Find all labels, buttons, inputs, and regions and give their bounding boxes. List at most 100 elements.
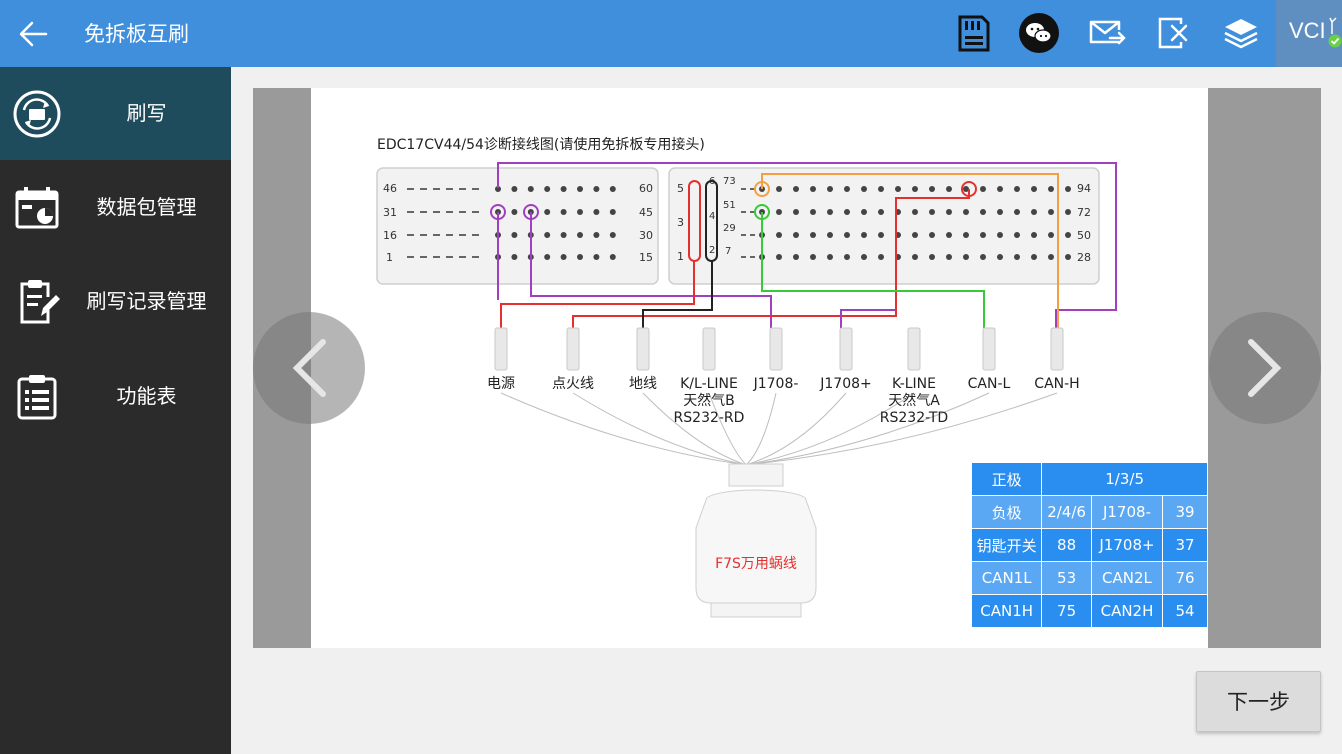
pin-dot xyxy=(609,186,616,192)
next-image-button[interactable] xyxy=(1209,312,1321,424)
pin-dot xyxy=(1065,254,1071,260)
pin-dot xyxy=(878,186,884,192)
table-cell: J1708- xyxy=(1090,495,1164,529)
pin-dot xyxy=(861,254,867,260)
pin-dot xyxy=(827,186,833,192)
pin-dot xyxy=(1065,186,1071,192)
sd-card-icon[interactable] xyxy=(952,12,994,54)
top-bar: 免拆板互刷 VCI xyxy=(0,0,1342,67)
pin-dot xyxy=(997,209,1003,215)
pin-label-45: 45 xyxy=(639,206,653,219)
pin-label-3: 3 xyxy=(677,216,684,229)
pin-dot xyxy=(593,254,600,260)
wire-plug xyxy=(1050,327,1064,371)
table-cell: CAN1L xyxy=(970,561,1043,595)
pin-label-4: 4 xyxy=(709,211,715,222)
vci-status[interactable]: VCI xyxy=(1276,0,1342,67)
wire-plug xyxy=(702,327,716,371)
sidebar-item-flash-records[interactable]: 刷写记录管理 xyxy=(0,255,231,348)
pin-dash xyxy=(446,256,453,258)
pin-dash xyxy=(750,256,755,258)
wechat-icon[interactable] xyxy=(1018,12,1060,54)
mail-send-icon[interactable] xyxy=(1086,12,1128,54)
next-step-button[interactable]: 下一步 xyxy=(1196,671,1321,732)
table-cell: 54 xyxy=(1162,594,1208,628)
wire-label-kl-line: K/L-LINE xyxy=(680,376,738,392)
sidebar-item-flash[interactable]: 刷写 xyxy=(0,67,231,160)
pin-dot xyxy=(878,254,884,260)
pin-dot xyxy=(593,186,600,192)
pin-dot xyxy=(827,254,833,260)
wire-plug xyxy=(982,327,996,371)
pin-dot xyxy=(997,254,1003,260)
wire-label-j1708-minus: J1708- xyxy=(753,376,799,392)
pin-dash xyxy=(446,188,453,190)
table-row: CAN1H 75 CAN2H 54 xyxy=(970,594,1208,628)
pin-dash xyxy=(472,256,479,258)
pin-dot xyxy=(946,209,952,215)
connector-label: F7S万用蜗线 xyxy=(715,556,797,572)
pin-dash xyxy=(741,211,746,213)
pin-dot xyxy=(776,254,782,260)
pin-dot xyxy=(609,209,616,215)
pin-dot xyxy=(793,254,799,260)
pin-dot xyxy=(1048,254,1054,260)
sidebar-item-packages[interactable]: 数据包管理 xyxy=(0,161,231,254)
pin-dot xyxy=(946,186,952,192)
obd-connector: F7S万用蜗线 xyxy=(695,463,817,618)
pin-dash xyxy=(446,211,453,213)
chevron-right-icon xyxy=(1248,339,1282,397)
table-cell: CAN2H xyxy=(1090,594,1164,628)
pin-dash xyxy=(407,188,414,190)
layers-icon[interactable] xyxy=(1220,12,1262,54)
pin-dot xyxy=(878,209,884,215)
pin-dash xyxy=(459,211,466,213)
pin-dash xyxy=(446,234,453,236)
pin-dot xyxy=(980,254,986,260)
pin-dot xyxy=(946,232,952,238)
wire-label-kl-sub2: RS232-RD xyxy=(674,410,745,426)
pin-assignment-table: 正极 1/3/5 负极 2/4/6 J1708- 39 钥匙开关 88 J170… xyxy=(970,462,1208,628)
pin-dot xyxy=(912,209,918,215)
previous-image-button[interactable] xyxy=(253,312,365,424)
sidebar-item-label: 刷写记录管理 xyxy=(86,289,207,313)
back-arrow-icon[interactable] xyxy=(14,14,54,54)
pin-dot xyxy=(844,186,850,192)
table-cell: 37 xyxy=(1162,528,1208,562)
pin-dot xyxy=(997,232,1003,238)
pin-dash xyxy=(472,234,479,236)
table-cell: 53 xyxy=(1041,561,1092,595)
table-cell: 75 xyxy=(1041,594,1092,628)
pin-dot xyxy=(544,232,551,238)
sidebar-item-function-table[interactable]: 功能表 xyxy=(0,350,231,443)
pin-dot xyxy=(827,209,833,215)
wire-label-ignition: 点火线 xyxy=(552,376,594,392)
pin-dot xyxy=(861,209,867,215)
table-cell: 76 xyxy=(1162,561,1208,595)
wire-label-can-l: CAN-L xyxy=(968,376,1011,392)
pin-dot xyxy=(560,186,567,192)
pin-dot xyxy=(980,186,986,192)
pin-dot xyxy=(963,232,969,238)
exit-icon[interactable] xyxy=(1153,12,1195,54)
pin-dot xyxy=(929,209,935,215)
wire-plug xyxy=(494,327,508,371)
pin-label-31: 31 xyxy=(383,206,397,219)
table-row: 钥匙开关 88 J1708+ 37 xyxy=(970,528,1208,562)
pin-dash xyxy=(433,234,440,236)
pin-dot xyxy=(1048,209,1054,215)
wire-label-k-sub1: 天然气A xyxy=(888,392,940,409)
pin-dot xyxy=(776,209,782,215)
table-cell: 正极 xyxy=(970,462,1043,496)
pin-dash xyxy=(459,188,466,190)
pin-dot xyxy=(861,186,867,192)
pin-dot xyxy=(511,232,518,238)
pin-dot xyxy=(1048,232,1054,238)
pin-dot xyxy=(793,209,799,215)
pin-dash xyxy=(420,188,427,190)
pin-dash xyxy=(741,188,746,190)
pin-dot xyxy=(963,254,969,260)
calendar-chart-icon xyxy=(15,187,59,229)
pin-label-16: 16 xyxy=(383,229,397,242)
pin-dot xyxy=(1014,232,1020,238)
